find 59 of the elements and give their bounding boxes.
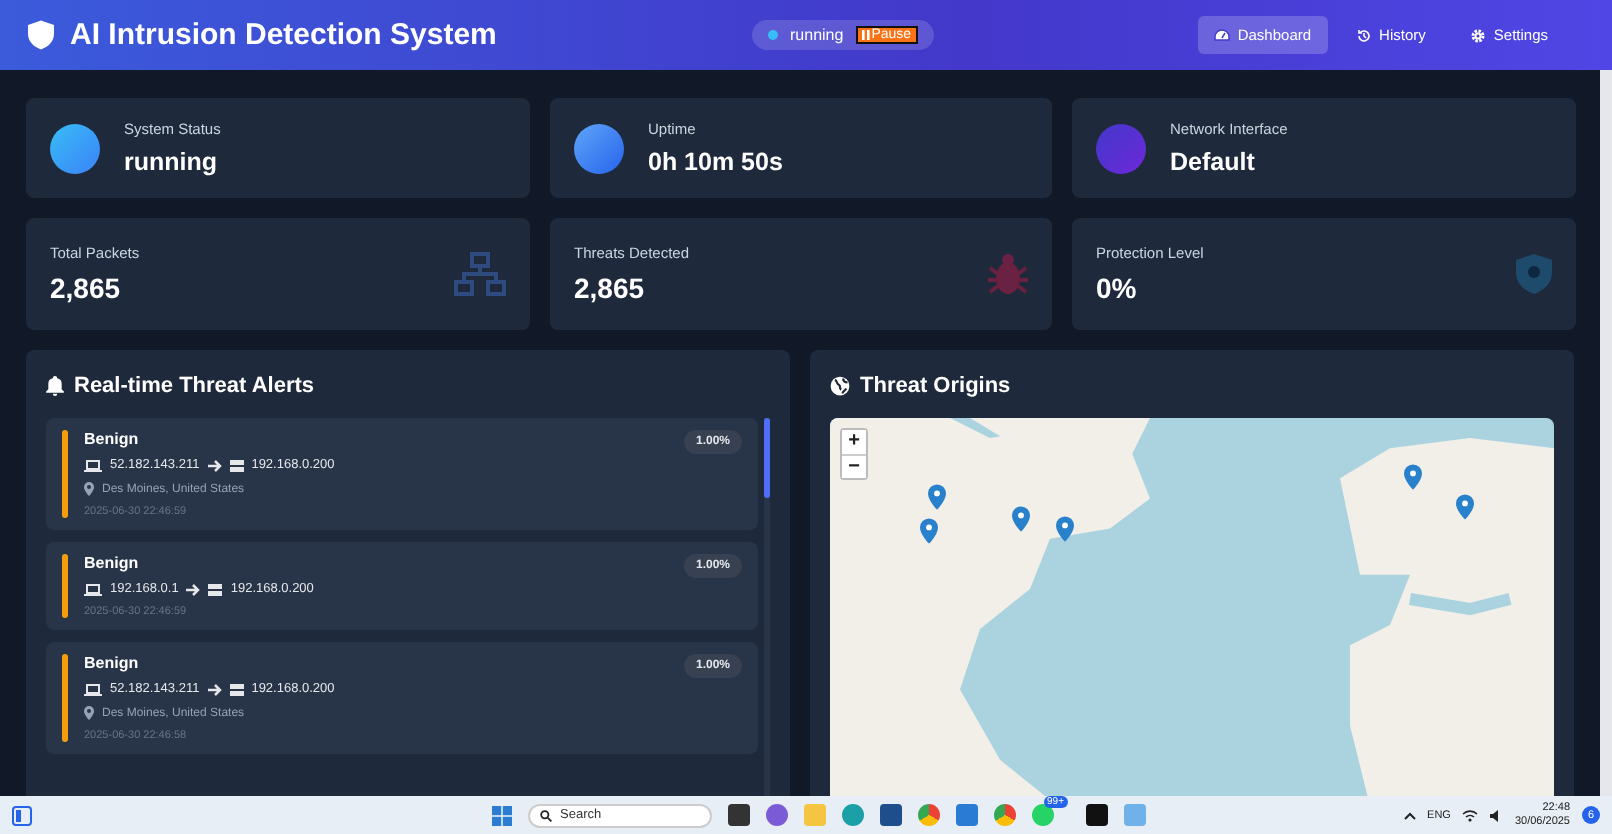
taskbar-app-icon[interactable] — [994, 804, 1016, 826]
panel-title: Real-time Threat Alerts — [74, 374, 315, 398]
shield-icon — [28, 20, 54, 50]
map-marker-icon[interactable] — [1012, 506, 1030, 532]
history-icon — [1355, 27, 1372, 43]
pause-icon — [861, 30, 870, 40]
server-icon — [208, 583, 223, 595]
map-marker-icon[interactable] — [1404, 464, 1422, 490]
map-marker-icon[interactable] — [1456, 494, 1474, 520]
taskbar-app-icon[interactable] — [880, 804, 902, 826]
card-value: 0% — [1096, 272, 1139, 304]
bug-icon — [988, 252, 1028, 296]
settings-icon — [1469, 27, 1486, 43]
terminal-icon[interactable] — [1086, 804, 1108, 826]
arrow-right-icon — [207, 683, 222, 695]
map-view[interactable]: + − — [830, 418, 1554, 796]
laptop-icon — [84, 583, 102, 595]
card-value: 2,865 — [50, 272, 123, 304]
alert-type: Benign — [84, 430, 141, 448]
gradient-circle-icon — [1096, 123, 1146, 173]
bell-icon — [46, 376, 64, 396]
arrow-right-icon — [207, 459, 222, 471]
scrollbar-thumb[interactable] — [764, 418, 770, 498]
server-icon — [229, 683, 244, 695]
taskbar-app-icon[interactable] — [918, 804, 940, 826]
taskbar-app-icon[interactable] — [728, 804, 750, 826]
zoom-out-button[interactable]: − — [842, 454, 866, 478]
chevron-up-icon[interactable] — [1403, 811, 1416, 819]
card-value: Default — [1170, 148, 1257, 176]
location-pin-icon — [84, 706, 94, 720]
app-title: AI Intrusion Detection System — [70, 18, 497, 52]
chat-app-icon[interactable] — [1032, 804, 1054, 826]
network-icon — [454, 252, 506, 296]
wifi-icon[interactable] — [1462, 809, 1479, 821]
card-value: 2,865 — [574, 272, 647, 304]
alert-type: Benign — [84, 554, 141, 572]
map-marker-icon[interactable] — [928, 484, 946, 510]
speedometer-icon — [1213, 28, 1230, 42]
search-icon — [540, 809, 552, 821]
laptop-icon — [84, 683, 102, 695]
location-pin-icon — [84, 482, 94, 496]
map-marker-icon[interactable] — [920, 518, 938, 544]
arrow-right-icon — [186, 583, 201, 595]
map-marker-icon[interactable] — [1056, 516, 1074, 542]
speaker-icon[interactable] — [1490, 809, 1503, 821]
taskbar-app-icon[interactable] — [766, 804, 788, 826]
gradient-circle-icon — [50, 123, 100, 173]
card-value: 0h 10m 50s — [648, 148, 785, 176]
taskbar-app-icon[interactable] — [842, 804, 864, 826]
alert-type: Benign — [84, 654, 141, 672]
panel-title: Threat Origins — [860, 374, 1011, 398]
status-label: running — [790, 26, 844, 44]
server-icon — [229, 459, 244, 471]
laptop-icon — [84, 459, 102, 471]
widgets-icon[interactable] — [12, 805, 32, 825]
card-value: running — [124, 148, 220, 176]
shield-icon — [1516, 254, 1552, 294]
gradient-circle-icon — [574, 123, 624, 173]
windows-start-icon[interactable] — [492, 805, 512, 825]
